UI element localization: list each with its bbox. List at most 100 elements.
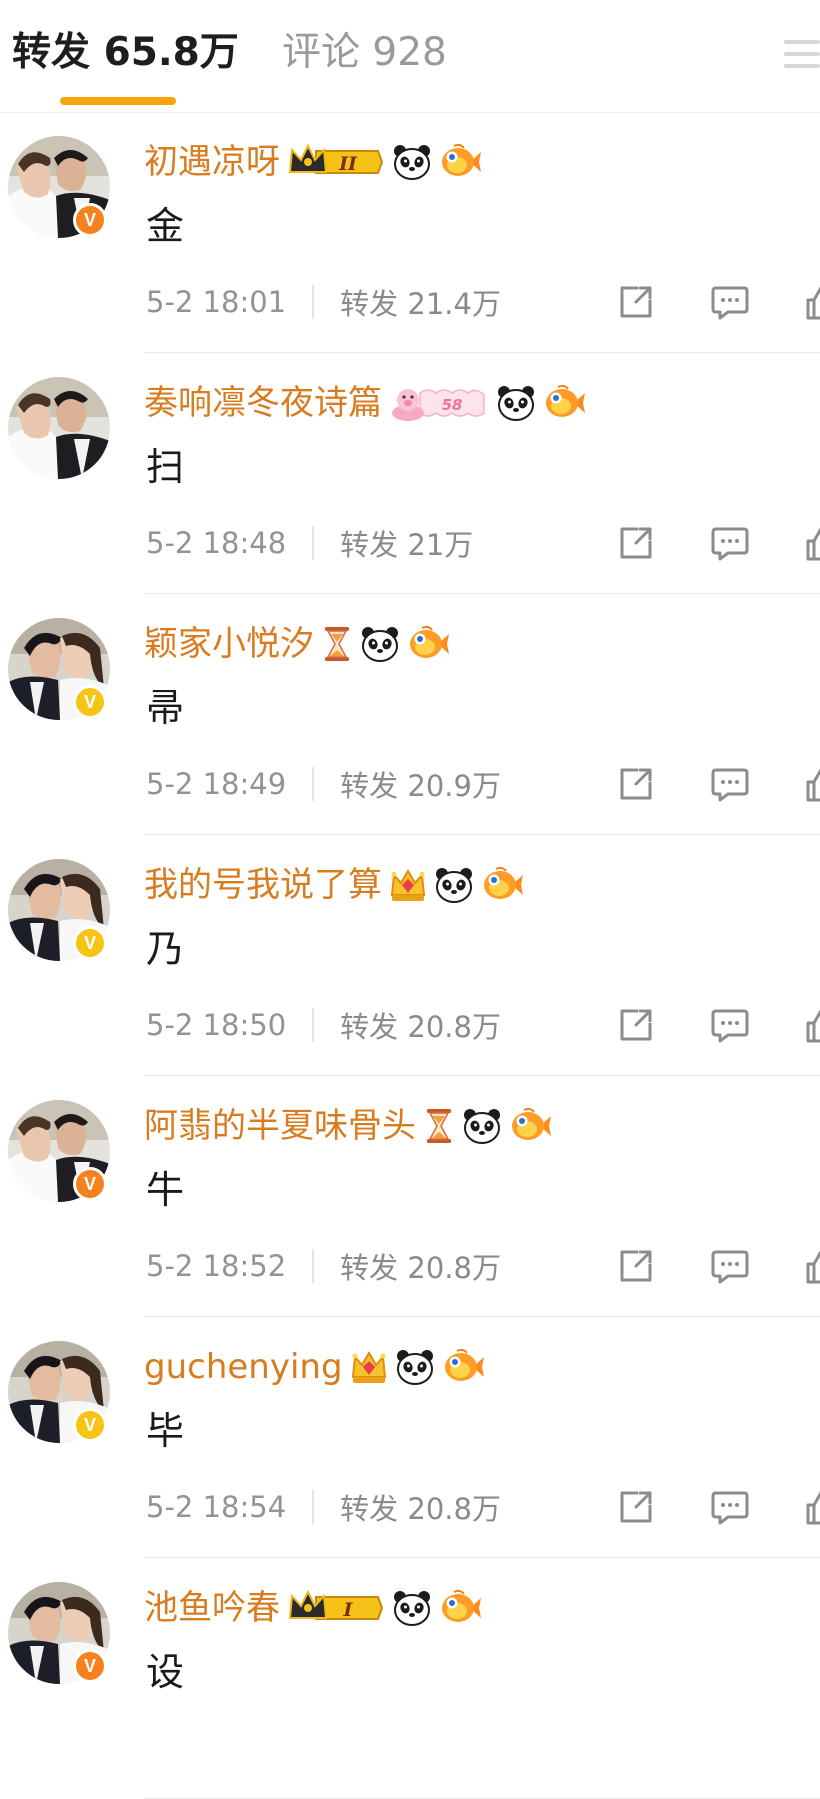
repost-count: 转发 20.8万 bbox=[340, 1010, 501, 1044]
share-icon[interactable] bbox=[616, 764, 656, 804]
share-icon[interactable] bbox=[616, 1246, 656, 1286]
repost-count: 转发 20.8万 bbox=[340, 1251, 501, 1285]
comment-icon[interactable] bbox=[710, 1005, 750, 1045]
svg-text:58: 58 bbox=[442, 396, 463, 414]
user-name-row: 我的号我说了算 bbox=[144, 861, 524, 909]
panda-icon[interactable] bbox=[434, 865, 474, 905]
repost-time: 5-2 18:01 bbox=[146, 285, 287, 319]
username[interactable]: 初遇凉呀 bbox=[144, 138, 280, 186]
like-icon[interactable] bbox=[804, 523, 820, 563]
repost-meta: 5-2 18:48 转发 21万 bbox=[146, 523, 473, 563]
repost-item[interactable]: Vguchenying 毕 5-2 18:54 转发 20.8万 bbox=[0, 1317, 820, 1558]
verified-badge-icon: V bbox=[73, 1649, 107, 1683]
repost-item[interactable]: V 池鱼吟春 I 设 bbox=[0, 1558, 820, 1799]
repost-meta: 5-2 18:50 转发 20.8万 bbox=[146, 1005, 501, 1045]
repost-text: 毕 bbox=[146, 1409, 185, 1453]
repost-item[interactable]: 奏响凛冬夜诗篇 58 扫 5-2 18:48 转发 21万 bbox=[0, 353, 820, 594]
crown-level-2-badge[interactable]: II bbox=[288, 142, 384, 182]
username[interactable]: 池鱼吟春 bbox=[144, 1584, 280, 1632]
share-icon[interactable] bbox=[616, 523, 656, 563]
repost-count: 转发 21万 bbox=[340, 528, 474, 562]
panda-icon[interactable] bbox=[392, 1588, 432, 1628]
repost-time: 5-2 18:52 bbox=[146, 1249, 287, 1283]
repost-count: 转发 20.8万 bbox=[340, 1492, 501, 1526]
goldfish-icon[interactable] bbox=[440, 1588, 482, 1628]
goldfish-icon[interactable] bbox=[443, 1347, 485, 1387]
repost-count: 转发 21.4万 bbox=[340, 287, 501, 321]
panda-icon[interactable] bbox=[395, 1347, 435, 1387]
meta-divider bbox=[312, 285, 315, 319]
repost-time: 5-2 18:54 bbox=[146, 1490, 287, 1524]
repost-text: 金 bbox=[146, 204, 185, 248]
user-name-row: 奏响凛冬夜诗篇 58 bbox=[144, 379, 586, 427]
repost-text: 牛 bbox=[146, 1168, 185, 1212]
repost-item[interactable]: V 颖家小悦汐帚 5-2 18:49 转发 20.9万 bbox=[0, 594, 820, 835]
meta-divider bbox=[312, 767, 315, 801]
repost-item[interactable]: V 初遇凉呀 II 金 5-2 18:01 转发 21.4万 bbox=[0, 112, 820, 353]
repost-item[interactable]: V 我的号我说了算乃 5-2 18:50 转发 20.8万 bbox=[0, 835, 820, 1076]
comment-icon[interactable] bbox=[710, 764, 750, 804]
goldfish-icon[interactable] bbox=[510, 1106, 552, 1146]
tab-reposts[interactable]: 转发 65.8万 bbox=[12, 28, 239, 78]
share-icon[interactable] bbox=[616, 1487, 656, 1527]
username[interactable]: 阿翡的半夏味骨头 bbox=[144, 1102, 416, 1150]
goldfish-icon[interactable] bbox=[544, 383, 586, 423]
goldfish-icon[interactable] bbox=[408, 624, 450, 664]
more-menu-icon[interactable] bbox=[784, 38, 820, 72]
repost-meta: 5-2 18:01 转发 21.4万 bbox=[146, 282, 501, 322]
meta-divider bbox=[312, 1249, 315, 1283]
svg-text:I: I bbox=[343, 1599, 354, 1621]
verified-badge-icon: V bbox=[73, 203, 107, 237]
gem-crown-icon[interactable] bbox=[390, 865, 426, 905]
meta-divider bbox=[312, 1008, 315, 1042]
repost-count: 转发 20.9万 bbox=[340, 769, 501, 803]
panda-icon[interactable] bbox=[496, 383, 536, 423]
meta-divider bbox=[312, 1490, 315, 1524]
comment-icon[interactable] bbox=[710, 523, 750, 563]
repost-text: 乃 bbox=[146, 927, 185, 971]
panda-icon[interactable] bbox=[360, 624, 400, 664]
crown-level-1-badge[interactable]: I bbox=[288, 1588, 384, 1628]
user-avatar[interactable] bbox=[8, 377, 110, 479]
username[interactable]: 奏响凛冬夜诗篇 bbox=[144, 379, 382, 427]
share-icon[interactable] bbox=[616, 282, 656, 322]
panda-icon[interactable] bbox=[392, 142, 432, 182]
like-icon[interactable] bbox=[804, 1246, 820, 1286]
repost-meta: 5-2 18:49 转发 20.9万 bbox=[146, 764, 501, 804]
svg-text:II: II bbox=[338, 153, 358, 175]
panda-icon[interactable] bbox=[462, 1106, 502, 1146]
username[interactable]: 我的号我说了算 bbox=[144, 861, 382, 909]
repost-time: 5-2 18:49 bbox=[146, 767, 287, 801]
verified-badge-icon: V bbox=[73, 685, 107, 719]
comment-icon[interactable] bbox=[710, 1487, 750, 1527]
repost-time: 5-2 18:48 bbox=[146, 526, 287, 560]
like-icon[interactable] bbox=[804, 1005, 820, 1045]
like-icon[interactable] bbox=[804, 1487, 820, 1527]
username[interactable]: guchenying bbox=[144, 1343, 343, 1391]
goldfish-icon[interactable] bbox=[482, 865, 524, 905]
repost-list: V 初遇凉呀 II 金 5-2 18:01 转发 21.4万奏响凛冬夜诗篇 58 扫 5-2 1… bbox=[0, 112, 820, 1799]
hourglass-icon[interactable] bbox=[424, 1106, 454, 1146]
pink-pig-level-badge[interactable]: 58 bbox=[390, 383, 488, 423]
repost-item[interactable]: V 阿翡的半夏味骨头牛 5-2 18:52 转发 20.8万 bbox=[0, 1076, 820, 1317]
hourglass-icon[interactable] bbox=[322, 624, 352, 664]
comment-icon[interactable] bbox=[710, 1246, 750, 1286]
repost-meta: 5-2 18:52 转发 20.8万 bbox=[146, 1246, 501, 1286]
verified-badge-icon: V bbox=[73, 1408, 107, 1442]
repost-text: 扫 bbox=[146, 445, 185, 489]
repost-meta: 5-2 18:54 转发 20.8万 bbox=[146, 1487, 501, 1527]
like-icon[interactable] bbox=[804, 282, 820, 322]
like-icon[interactable] bbox=[804, 764, 820, 804]
comment-icon[interactable] bbox=[710, 282, 750, 322]
verified-badge-icon: V bbox=[73, 926, 107, 960]
share-icon[interactable] bbox=[616, 1005, 656, 1045]
goldfish-icon[interactable] bbox=[440, 142, 482, 182]
gem-crown-icon[interactable] bbox=[351, 1347, 387, 1387]
active-tab-indicator bbox=[60, 97, 176, 105]
repost-time: 5-2 18:50 bbox=[146, 1008, 287, 1042]
user-name-row: 阿翡的半夏味骨头 bbox=[144, 1102, 552, 1150]
tab-comments[interactable]: 评论 928 bbox=[282, 28, 447, 78]
meta-divider bbox=[312, 526, 315, 560]
username[interactable]: 颖家小悦汐 bbox=[144, 620, 314, 668]
repost-text: 设 bbox=[146, 1650, 185, 1694]
